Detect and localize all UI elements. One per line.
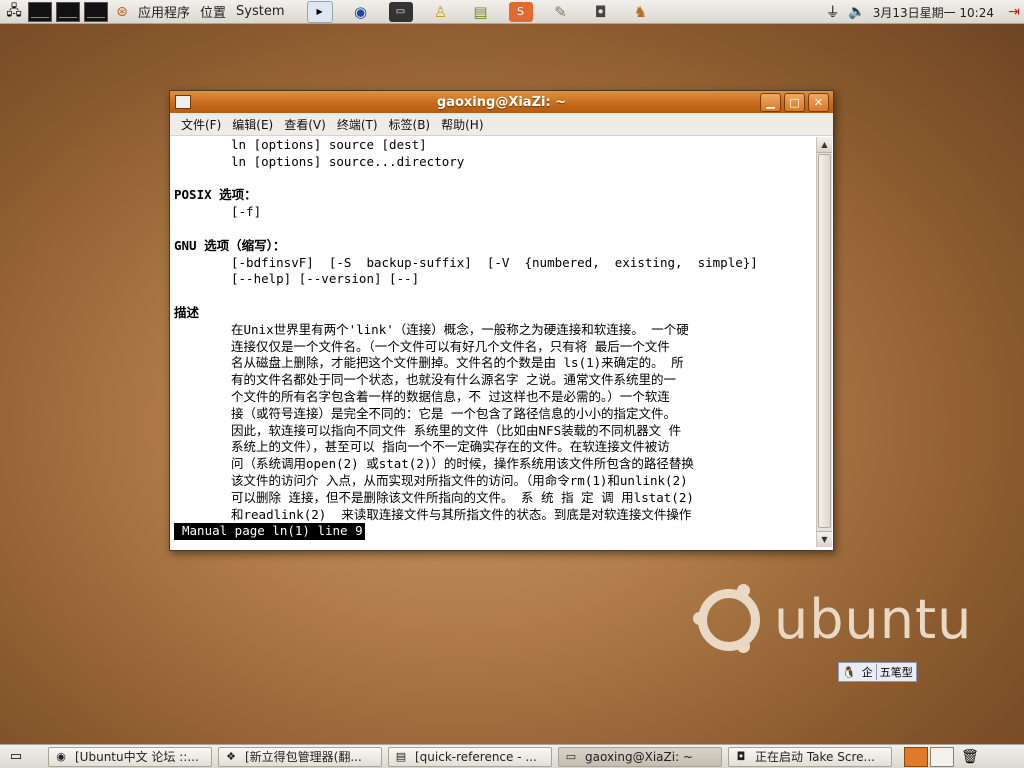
taskbar-button[interactable]: ▭ gaoxing@XiaZi: ~ bbox=[558, 746, 722, 767]
terminal-icon[interactable]: ▭ bbox=[388, 1, 413, 22]
camera-icon[interactable]: ◘ bbox=[589, 2, 613, 22]
taskbar-button-label: [quick-reference - ... bbox=[415, 749, 537, 764]
menu-terminal[interactable]: 终端(T) bbox=[337, 116, 378, 133]
cpu-monitor[interactable] bbox=[28, 1, 52, 22]
scrollbar-thumb[interactable] bbox=[818, 154, 831, 528]
ime-mode[interactable]: 企 bbox=[859, 664, 876, 680]
scroll-down-arrow-icon[interactable]: ▼ bbox=[817, 531, 832, 547]
close-button[interactable]: ✕ bbox=[808, 93, 829, 112]
menu-places[interactable]: 位置 bbox=[200, 2, 226, 21]
top-panel: 🖧 ⊛ 应用程序 位置 System ▶ ◉ ▭ ♙ ▤ S ✎ ◘ ♞ ⏚ 🔈… bbox=[0, 0, 1024, 24]
menu-file[interactable]: 文件(F) bbox=[181, 116, 221, 133]
taskbar-button[interactable]: ◉ [Ubuntu中文 论坛 ::... bbox=[48, 746, 212, 767]
person-icon[interactable]: ♙ bbox=[429, 2, 453, 22]
trash-icon[interactable]: 🗑 bbox=[960, 747, 980, 767]
menu-bar: 文件(F) 编辑(E) 查看(V) 终端(T) 标签(B) 帮助(H) bbox=[170, 113, 833, 136]
pager-status-line: Manual page ln(1) line 9 bbox=[174, 523, 365, 541]
scrollbar[interactable]: ▲ ▼ bbox=[816, 137, 832, 547]
camera-icon: ◘ bbox=[736, 749, 746, 763]
menu-edit[interactable]: 编辑(E) bbox=[232, 116, 273, 133]
show-desktop-icon[interactable]: ▭ bbox=[4, 748, 28, 766]
menu-view[interactable]: 查看(V) bbox=[284, 116, 326, 133]
package-icon: ❖ bbox=[226, 749, 236, 763]
system-tray: ⏚ 🔈 3月13日星期一 10:24 ⇥ bbox=[819, 0, 1024, 24]
globe-icon[interactable]: ◉ bbox=[349, 2, 373, 22]
ubuntu-circle-icon bbox=[693, 583, 760, 653]
terminal-line: GNU 选项（缩写）： bbox=[174, 237, 286, 253]
mplayer-icon[interactable]: ▶ bbox=[306, 0, 333, 23]
ubuntu-logo: ubuntu bbox=[693, 583, 973, 653]
workspace-2[interactable] bbox=[930, 746, 954, 767]
menu-system[interactable]: System bbox=[236, 4, 284, 19]
taskbar-button-label: 正在启动 Take Scre... bbox=[755, 750, 875, 764]
rabbit-icon[interactable]: ♞ bbox=[629, 2, 653, 22]
terminal-line: 在Unix世界里有两个'link'（连接）概念，一般称之为硬连接和软连接。 一个… bbox=[231, 321, 689, 337]
maximize-button[interactable]: □ bbox=[784, 93, 805, 112]
taskbar-button-label: [新立得包管理器(翻... bbox=[245, 750, 362, 764]
scroll-up-arrow-icon[interactable]: ▲ bbox=[817, 137, 832, 153]
terminal-line: 个文件的所有名字包含着一样的数据信息，不 过这样也不是必需的。）一个软连 bbox=[231, 388, 670, 404]
terminal-line: 名从磁盘上删除，才能把这个文件删掉。文件名的个数是由 ls(1)来确定的。 所 bbox=[231, 355, 684, 371]
terminal-line: 问（系统调用open(2) 或stat(2)）的时候，操作系统用该文件所包含的路… bbox=[231, 456, 694, 472]
menu-help[interactable]: 帮助(H) bbox=[441, 116, 483, 133]
terminal-line: 有的文件名都处于同一个状态，也就没有什么源名字 之说。通常文件系统里的一 bbox=[231, 372, 677, 388]
terminal-line: 可以删除 连接，但不是删除该文件所指向的文件。 系 统 指 定 调 用lstat… bbox=[231, 489, 694, 505]
document-icon: ▤ bbox=[395, 749, 407, 763]
app-icon[interactable]: S bbox=[508, 1, 533, 22]
input-method-bar[interactable]: 🐧 企 五笔型 bbox=[838, 662, 917, 682]
memory-monitor[interactable] bbox=[56, 1, 80, 22]
terminal-output[interactable]: ln [options] source [dest] ln [options] s… bbox=[174, 137, 815, 547]
network-load-monitor[interactable] bbox=[84, 1, 108, 22]
clock[interactable]: 3月13日星期一 10:24 bbox=[873, 4, 994, 21]
terminal-line: 接（或符号连接）是完全不同的：它是 一个包含了路径信息的小小的指定文件。 bbox=[231, 405, 677, 421]
ime-penguin-icon[interactable]: 🐧 bbox=[839, 666, 859, 679]
terminal-line: [-bdfinsvF] [-S backup-suffix] [-V {numb… bbox=[231, 254, 758, 270]
minimize-button[interactable]: ▁ bbox=[760, 93, 781, 112]
terminal-icon: ▭ bbox=[565, 749, 577, 763]
taskbar-button-label: [Ubuntu中文 论坛 ::... bbox=[75, 750, 199, 764]
terminal-line: POSIX 选项： bbox=[174, 187, 257, 203]
network-monitor-icon[interactable]: 🖧 bbox=[4, 2, 24, 22]
workspace-1[interactable] bbox=[904, 746, 928, 767]
menu-tabs[interactable]: 标签(B) bbox=[389, 116, 431, 133]
terminal-line: 连接仅仅是一个文件名。（一个文件可以有好几个文件名，只有将 最后一个文件 bbox=[231, 338, 670, 354]
terminal-line: [--help] [--version] [--] bbox=[231, 271, 420, 287]
bottom-panel: ▭ ◉ [Ubuntu中文 论坛 ::... ❖ [新立得包管理器(翻... ▤ [qui… bbox=[0, 744, 1024, 768]
terminal-line: ln [options] source [dest] bbox=[231, 137, 427, 152]
plug-icon[interactable]: ⏚ bbox=[823, 2, 843, 22]
globe-icon: ◉ bbox=[56, 749, 66, 763]
terminal-line: 描述 bbox=[174, 304, 200, 320]
terminal-window: gaoxing@XiaZi: ~ ▁ □ ✕ 文件(F) 编辑(E) 查看(V)… bbox=[169, 90, 834, 551]
logout-icon[interactable]: ⇥ bbox=[1004, 2, 1024, 22]
window-title: gaoxing@XiaZi: ~ bbox=[436, 94, 567, 110]
ubuntu-menu-icon[interactable]: ⊛ bbox=[112, 2, 132, 22]
terminal-line: 系统上的文件），甚至可以 指向一个不一定确实存在的文件。在软连接文件被访 bbox=[231, 439, 670, 455]
gimp-icon[interactable]: ✎ bbox=[549, 2, 573, 22]
taskbar-button[interactable]: ❖ [新立得包管理器(翻... bbox=[218, 746, 382, 767]
window-menu-icon[interactable] bbox=[175, 95, 191, 109]
terminal-line: 该文件的访问介 入点，从而实现对所指文件的访问。（用命令rm(1)和unlink… bbox=[231, 472, 688, 488]
terminal-line: 因此，软连接可以指向不同文件 系统里的文件（比如由NFS装载的不同机器文 件 bbox=[231, 422, 682, 438]
volume-icon[interactable]: 🔈 bbox=[847, 2, 867, 22]
menu-applications[interactable]: 应用程序 bbox=[138, 2, 190, 21]
taskbar-button[interactable]: ◘ 正在启动 Take Scre... bbox=[728, 746, 892, 767]
ime-name[interactable]: 五笔型 bbox=[875, 664, 916, 680]
terminal-line: 和readlink(2) 来读取连接文件与其所指文件的状态。到底是对软连接文件操… bbox=[231, 506, 692, 522]
books-icon[interactable]: ▤ bbox=[469, 2, 493, 22]
title-bar[interactable]: gaoxing@XiaZi: ~ ▁ □ ✕ bbox=[170, 91, 833, 113]
taskbar-button-label: gaoxing@XiaZi: ~ bbox=[585, 749, 693, 764]
taskbar-button[interactable]: ▤ [quick-reference - ... bbox=[388, 746, 552, 767]
terminal-line: ln [options] source...directory bbox=[231, 153, 465, 169]
terminal-line: [-f] bbox=[231, 204, 262, 220]
ubuntu-wordmark: ubuntu bbox=[774, 588, 973, 651]
